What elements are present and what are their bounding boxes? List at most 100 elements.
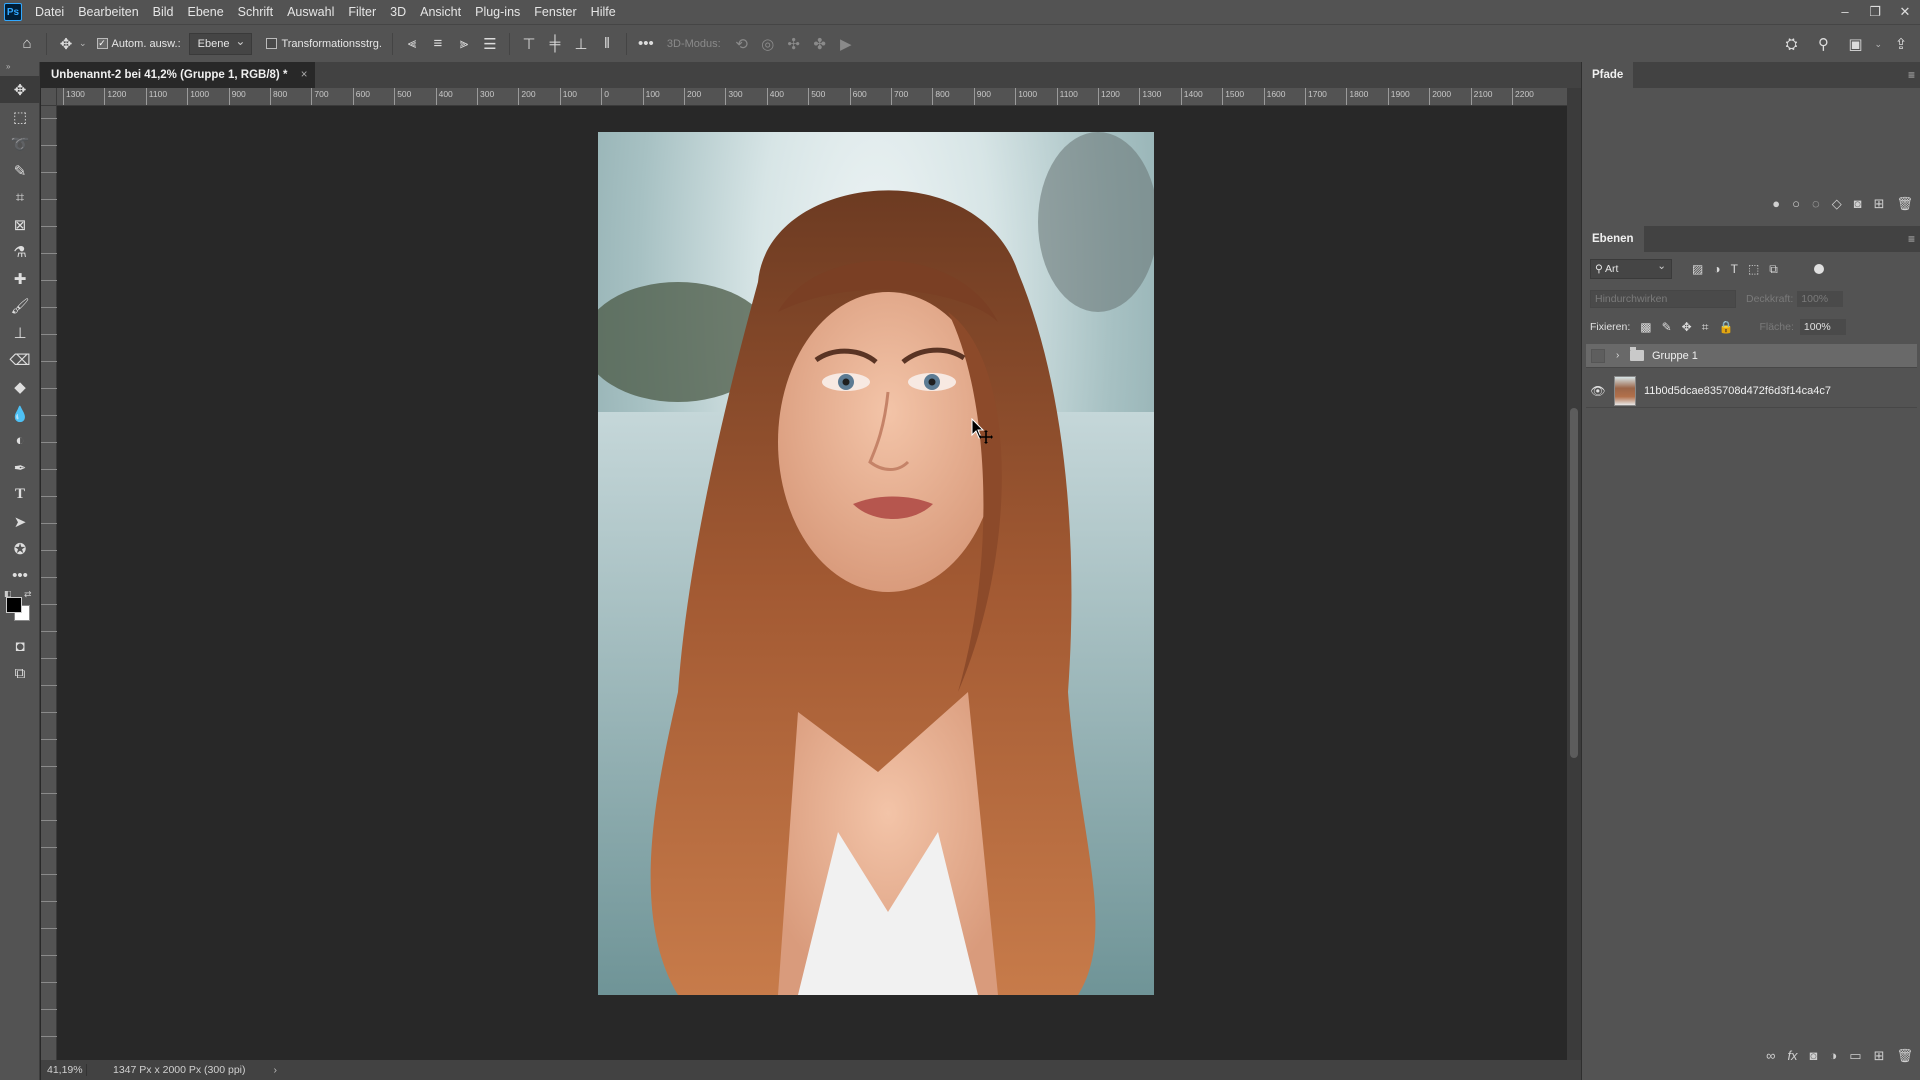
lock-transparency-icon[interactable]: ▩ (1640, 320, 1651, 334)
tab-pfade[interactable]: Pfade (1582, 62, 1634, 88)
vertical-scrollbar[interactable] (1567, 88, 1581, 1060)
align-right-icon[interactable]: ⫸ (451, 35, 477, 52)
custom-shape-tool-icon[interactable]: ✪ (0, 535, 40, 562)
menu-ebene[interactable]: Ebene (181, 0, 231, 24)
cloud-sync-icon[interactable]: ⛭ (1778, 36, 1804, 53)
healing-brush-tool-icon[interactable]: ✚ (0, 265, 40, 292)
align-middle-icon[interactable]: ╪ (542, 35, 568, 52)
layer-style-fx-icon[interactable]: fx (1787, 1048, 1797, 1064)
chevron-right-icon[interactable]: › (1616, 350, 1628, 361)
menu-fenster[interactable]: Fenster (527, 0, 583, 24)
menu-schrift[interactable]: Schrift (231, 0, 280, 24)
home-icon[interactable]: ⌂ (14, 35, 40, 52)
menu-datei[interactable]: Datei (28, 0, 71, 24)
move-tool-icon[interactable]: ✥ (0, 76, 40, 103)
fill-path-icon[interactable]: ● (1772, 196, 1780, 212)
filter-toggle[interactable] (1813, 264, 1824, 274)
crop-tool-icon[interactable]: ⌗ (0, 184, 40, 211)
type-tool-icon[interactable]: T (0, 481, 40, 508)
menu-bearbeiten[interactable]: Bearbeiten (71, 0, 145, 24)
close-tab-icon[interactable]: × (301, 62, 308, 88)
new-path-icon[interactable]: ⊞ (1874, 196, 1885, 212)
layer-row-group[interactable]: › Gruppe 1 (1586, 344, 1917, 368)
vertical-scroll-thumb[interactable] (1570, 408, 1578, 758)
3d-orbit-icon[interactable]: ⟲ (729, 35, 755, 53)
lock-all-icon[interactable]: 🔒 (1719, 320, 1734, 334)
align-left-icon[interactable]: ⫷ (399, 35, 425, 52)
checkbox-unchecked-icon[interactable] (266, 38, 278, 49)
make-work-path-icon[interactable]: ◇ (1832, 196, 1842, 212)
horizontal-ruler[interactable]: 1300 1200 1100 1000 900 800 700 600 500 400 300 200… (57, 88, 1567, 106)
canvas-area[interactable] (57, 106, 1567, 1060)
photoshop-logo-icon[interactable]: Ps (4, 3, 22, 21)
menu-3d[interactable]: 3D (383, 0, 413, 24)
document-tab[interactable]: Unbenannt-2 bei 41,2% (Gruppe 1, RGB/8) … (41, 62, 316, 88)
auto-select-checkbox[interactable]: ✓ Autom. ausw.: (96, 38, 181, 50)
add-mask-icon[interactable]: ◙ (1854, 196, 1862, 212)
foreground-color-swatch[interactable] (6, 597, 22, 613)
visibility-toggle[interactable] (1591, 348, 1605, 363)
load-selection-icon[interactable]: ◌ (1812, 196, 1820, 212)
lasso-tool-icon[interactable]: ➰ (0, 130, 40, 157)
align-top-icon[interactable]: ⊤ (516, 35, 542, 53)
restore-button[interactable]: ❐ (1860, 0, 1890, 24)
menu-auswahl[interactable]: Auswahl (280, 0, 341, 24)
blend-mode-dropdown[interactable]: Hindurchwirken (1590, 290, 1736, 308)
lock-artboard-icon[interactable]: ⌗ (1702, 320, 1709, 335)
menu-plugins[interactable]: Plug-ins (468, 0, 527, 24)
new-adjustment-layer-icon[interactable]: ◑ (1829, 1048, 1837, 1064)
dodge-tool-icon[interactable]: ◐ (0, 427, 40, 454)
paint-bucket-tool-icon[interactable]: ◆ (0, 373, 40, 400)
delete-path-icon[interactable]: 🗑 (1896, 196, 1913, 212)
status-menu-arrow-icon[interactable]: › (274, 1064, 278, 1076)
eyedropper-tool-icon[interactable]: ⚗ (0, 238, 40, 265)
auto-select-target-dropdown[interactable]: Ebene (188, 31, 253, 55)
blur-tool-icon[interactable]: 💧 (0, 400, 40, 427)
lock-position-icon[interactable]: ✥ (1682, 320, 1692, 334)
menu-filter[interactable]: Filter (341, 0, 383, 24)
new-group-icon[interactable]: ▭ (1849, 1048, 1861, 1064)
3d-camera-icon[interactable]: ▶ (833, 35, 859, 53)
lock-image-pixels-icon[interactable]: ✎ (1662, 320, 1672, 334)
collapse-toolbar-icon[interactable]: » (0, 62, 39, 76)
pen-tool-icon[interactable]: ✒ (0, 454, 40, 481)
workspace-chevron-icon[interactable]: ⌄ (1874, 39, 1882, 50)
swap-colors-icon[interactable]: ⇄ (24, 589, 32, 600)
quick-mask-icon[interactable]: ◘ (0, 633, 40, 660)
screen-mode-icon[interactable]: ⧉ (0, 660, 40, 687)
checkbox-checked-icon[interactable]: ✓ (96, 38, 108, 49)
move-tool-preset-icon[interactable]: ✥ (53, 35, 79, 53)
3d-pan-icon[interactable]: ✣ (781, 35, 807, 53)
workspace-icon[interactable]: ▣ (1842, 35, 1868, 53)
adjustment-layer-filter-icon[interactable]: ◑ (1713, 262, 1720, 277)
clone-stamp-tool-icon[interactable]: ⊥ (0, 319, 40, 346)
path-selection-tool-icon[interactable]: ➤ (0, 508, 40, 535)
opacity-field[interactable]: 100% (1797, 291, 1844, 307)
layer-filter-dropdown[interactable]: ⚲ Art (1590, 257, 1672, 279)
pixel-layer-filter-icon[interactable]: ▨ (1692, 262, 1703, 277)
portrait-image[interactable] (598, 132, 1154, 995)
marquee-tool-icon[interactable]: ⬚ (0, 103, 40, 130)
transform-controls-checkbox[interactable]: Transformationsstrg. (266, 38, 382, 50)
stroke-path-icon[interactable]: ○ (1792, 196, 1800, 212)
distribute-horizontal-icon[interactable]: ‖ (594, 35, 620, 52)
3d-slide-icon[interactable]: ✤ (807, 35, 833, 53)
smart-object-filter-icon[interactable]: ⧉ (1769, 262, 1778, 277)
close-window-button[interactable]: ✕ (1890, 0, 1920, 24)
tab-ebenen[interactable]: Ebenen (1582, 226, 1644, 252)
frame-tool-icon[interactable]: ⊠ (0, 211, 40, 238)
add-layer-mask-icon[interactable]: ◙ (1810, 1048, 1818, 1064)
vertical-ruler[interactable] (41, 88, 57, 1060)
minimize-button[interactable]: – (1830, 0, 1860, 24)
menu-ansicht[interactable]: Ansicht (413, 0, 468, 24)
eraser-tool-icon[interactable]: ⌫ (0, 346, 40, 373)
align-center-icon[interactable]: ≡ (425, 35, 451, 52)
distribute-vertical-icon[interactable]: ☰ (477, 35, 503, 53)
panel-menu-icon[interactable]: ≡ (1908, 68, 1915, 82)
align-bottom-icon[interactable]: ⊥ (568, 35, 594, 53)
menu-hilfe[interactable]: Hilfe (584, 0, 623, 24)
delete-layer-icon[interactable]: 🗑 (1896, 1048, 1913, 1064)
eye-icon[interactable]: 👁 (1586, 384, 1610, 398)
link-layers-icon[interactable]: ∞ (1766, 1048, 1775, 1064)
panel-menu-icon[interactable]: ≡ (1908, 232, 1915, 246)
